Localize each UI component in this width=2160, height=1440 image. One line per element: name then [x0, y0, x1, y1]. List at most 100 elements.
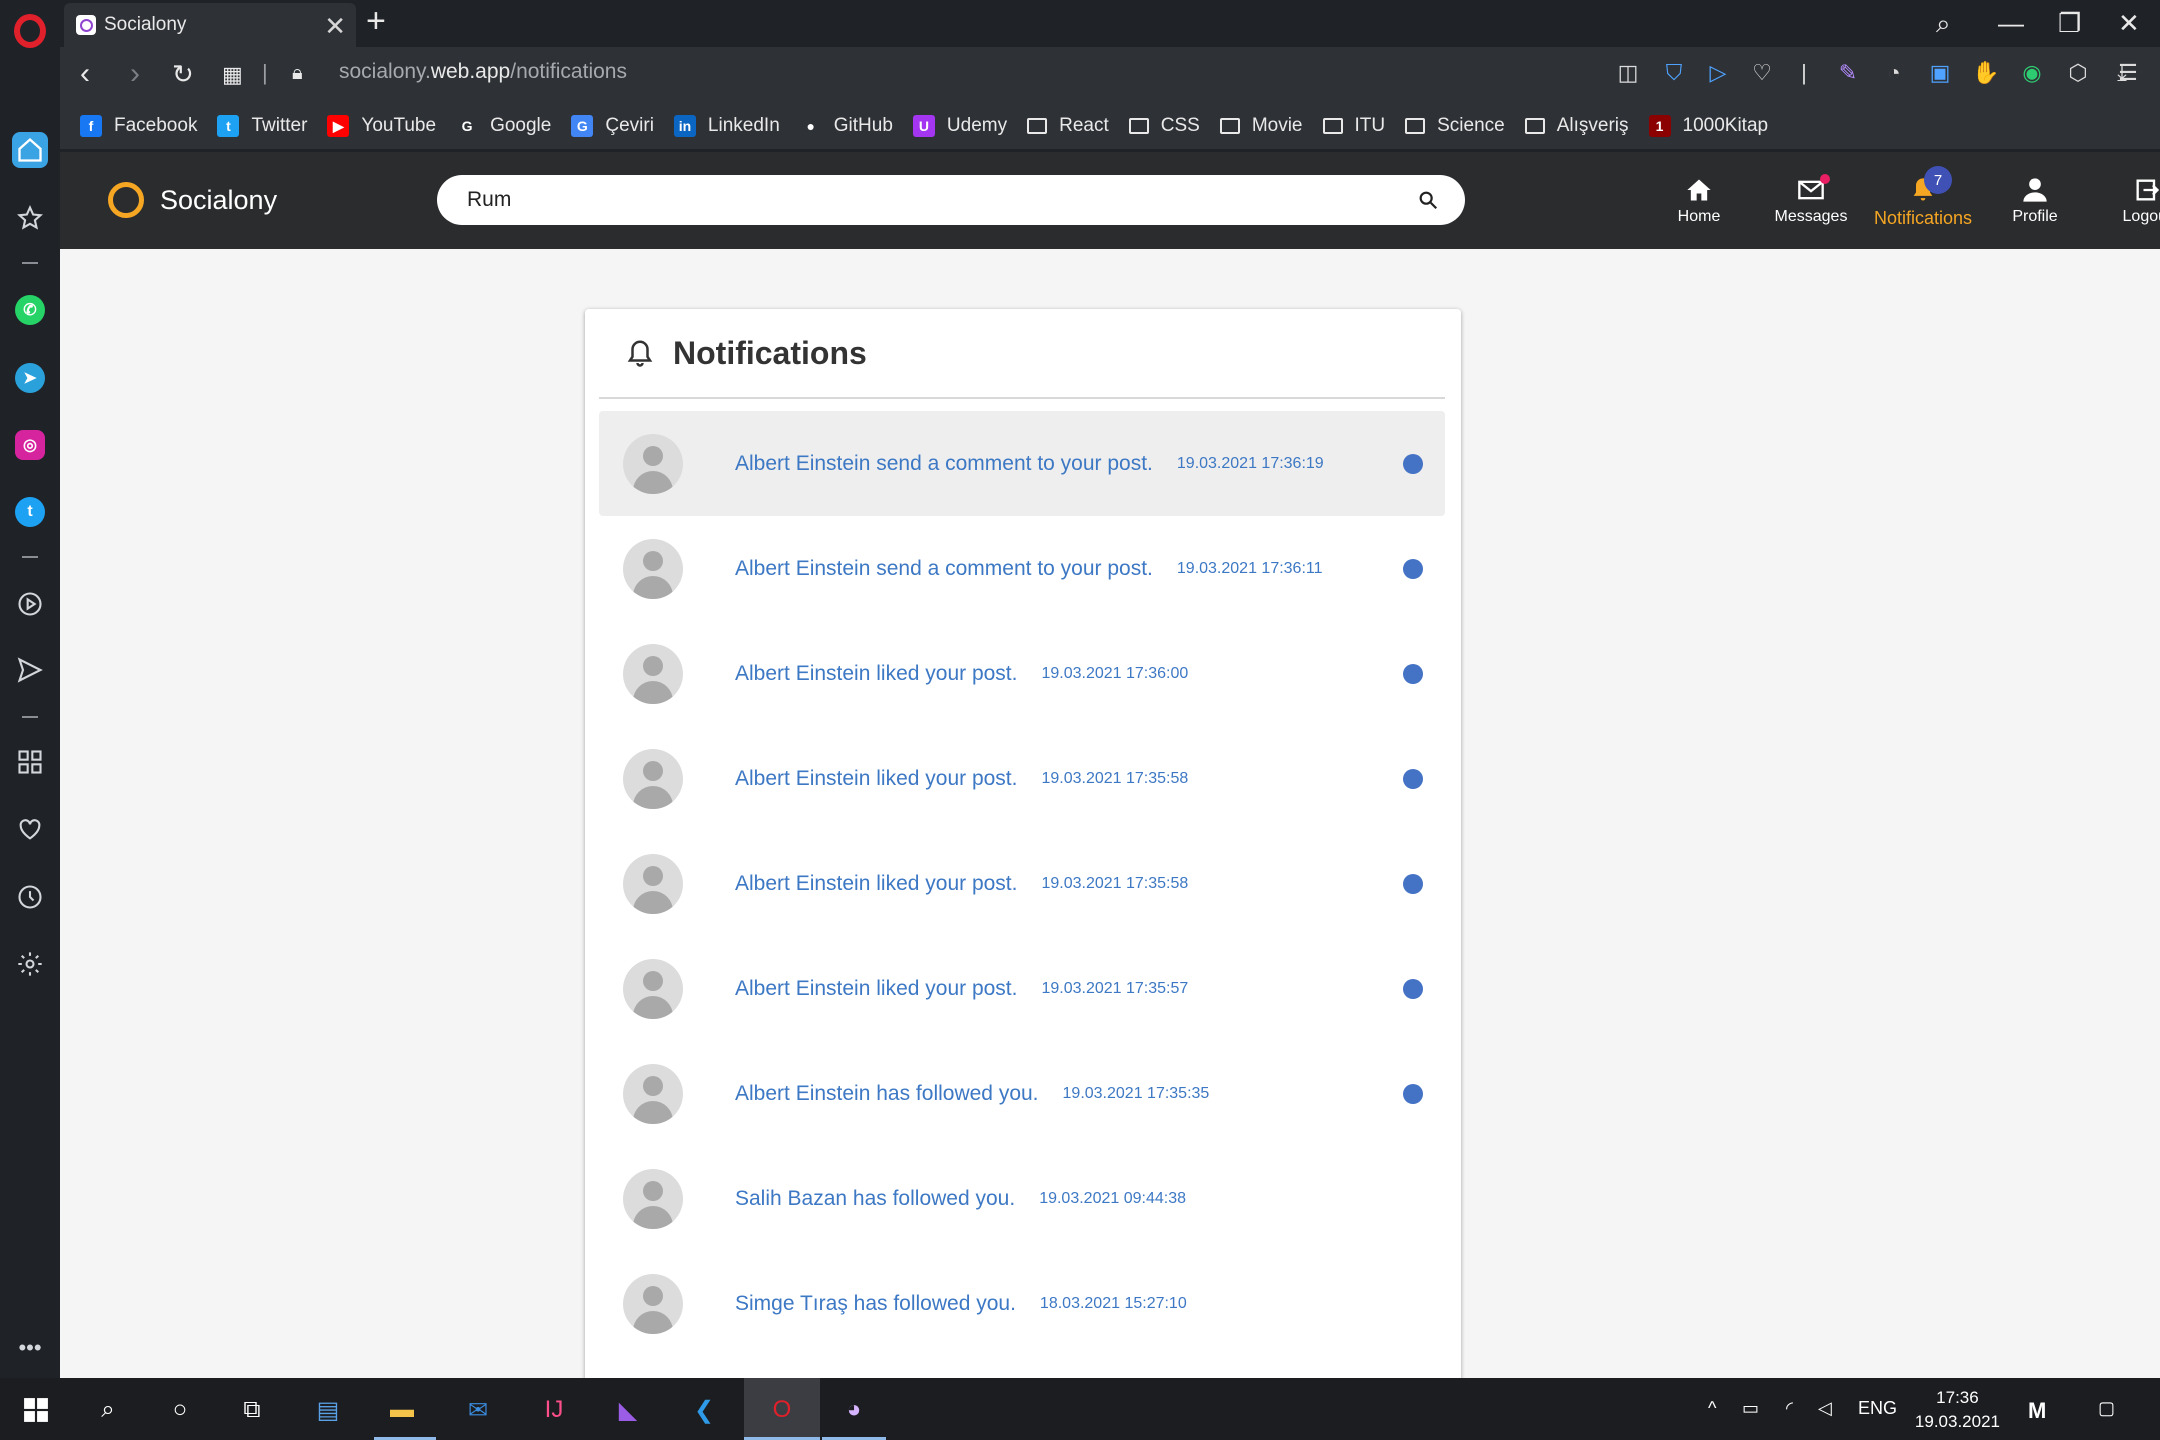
bookmark-facebook[interactable]: f Facebook: [80, 115, 197, 137]
history-clock-icon[interactable]: [12, 879, 48, 915]
bookmark-al-veri-[interactable]: Alışveriş: [1524, 115, 1629, 137]
nav-logout[interactable]: Logout: [2092, 176, 2160, 236]
player-icon[interactable]: [12, 586, 48, 622]
avatar-placeholder-icon[interactable]: [623, 433, 683, 494]
restore-icon[interactable]: ❐: [2058, 8, 2081, 39]
opera-logo-icon[interactable]: [14, 14, 46, 48]
speed-extension-icon[interactable]: ◔: [1880, 59, 1908, 87]
m-app-icon[interactable]: M: [2028, 1398, 2046, 1424]
notification-item[interactable]: Albert Einstein liked your post. 19.03.20…: [599, 726, 1445, 831]
volume-icon[interactable]: ◁: [1818, 1398, 1832, 1419]
avatar-placeholder-icon[interactable]: [623, 538, 683, 599]
search-icon[interactable]: [1417, 189, 1439, 211]
avatar-placeholder-icon[interactable]: [623, 748, 683, 809]
adblock-hand-icon[interactable]: ✋: [1972, 59, 2000, 87]
cortana-circle-icon[interactable]: ○: [160, 1390, 200, 1430]
bookmark-linkedin[interactable]: in LinkedIn: [673, 115, 780, 137]
tray-chevron-icon[interactable]: ^: [1708, 1398, 1716, 1419]
notification-item[interactable]: Albert Einstein liked your post. 19.03.20…: [599, 936, 1445, 1041]
avatar-placeholder-icon[interactable]: [623, 643, 683, 704]
brand-logo[interactable]: Socialony: [108, 182, 277, 218]
bookmark-movie[interactable]: Movie: [1219, 115, 1303, 137]
bookmark-google[interactable]: G Google: [456, 115, 552, 137]
language-indicator[interactable]: ENG: [1858, 1398, 1897, 1419]
task-view-icon[interactable]: ⧉: [232, 1390, 272, 1430]
new-tab-plus-icon[interactable]: +: [366, 2, 386, 41]
notification-item[interactable]: Albert Einstein liked your post. 19.03.20…: [599, 621, 1445, 726]
more-dots-icon[interactable]: •••: [12, 1330, 48, 1366]
visual-studio-icon[interactable]: ◣: [608, 1390, 648, 1430]
send-icon[interactable]: [12, 652, 48, 688]
camera-icon[interactable]: ◫: [1614, 59, 1642, 87]
tab-close-icon[interactable]: ✕: [324, 11, 346, 42]
close-window-icon[interactable]: ✕: [2118, 8, 2140, 39]
intellij-icon[interactable]: IJ: [534, 1390, 574, 1430]
mail-app-icon[interactable]: ✉: [458, 1390, 498, 1430]
notification-item[interactable]: Salih Bazan has followed you. 19.03.2021 …: [599, 1146, 1445, 1251]
search-icon[interactable]: ⌕: [88, 1390, 128, 1430]
wifi-icon[interactable]: ◜: [1786, 1398, 1793, 1419]
settings-gear-icon[interactable]: [12, 946, 48, 982]
shield-icon[interactable]: ⛉: [1660, 59, 1688, 87]
back-arrow-icon[interactable]: ‹: [80, 57, 90, 91]
bookmark-1000kitap[interactable]: 1 1000Kitap: [1648, 115, 1768, 137]
notification-text[interactable]: Albert Einstein liked your post.: [735, 872, 1017, 896]
heart-icon[interactable]: [12, 811, 48, 847]
notification-text[interactable]: Albert Einstein send a comment to your p…: [735, 452, 1153, 476]
minimize-icon[interactable]: —: [1998, 8, 2024, 39]
nav-notifications[interactable]: 7 Notifications: [1868, 166, 1978, 236]
avatar-placeholder-icon[interactable]: [623, 1168, 683, 1229]
avatar-placeholder-icon[interactable]: [623, 1063, 683, 1124]
heart-outline-icon[interactable]: ♡: [1748, 59, 1776, 87]
lock-icon[interactable]: 🔒︎: [292, 62, 303, 85]
avatar-placeholder-icon[interactable]: [623, 853, 683, 914]
bookmark--eviri[interactable]: G Çeviri: [571, 115, 654, 137]
bookmark-itu[interactable]: ITU: [1322, 115, 1385, 137]
bookmark-github[interactable]: ● GitHub: [800, 115, 893, 137]
avatar-placeholder-icon[interactable]: [623, 958, 683, 1019]
easy-setup-icon[interactable]: ☰: [2114, 59, 2142, 87]
notification-text[interactable]: Salih Bazan has followed you.: [735, 1187, 1015, 1211]
whatsapp-icon[interactable]: ✆: [12, 292, 48, 328]
pen-extension-icon[interactable]: ✎: [1834, 59, 1862, 87]
notification-item[interactable]: Simge Tıraş has followed you. 18.03.2021 …: [599, 1251, 1445, 1356]
battery-icon[interactable]: ▭: [1742, 1398, 1759, 1419]
file-explorer-icon[interactable]: ▬: [382, 1390, 422, 1430]
bookmark-twitter[interactable]: t Twitter: [217, 115, 307, 137]
notification-text[interactable]: Albert Einstein send a comment to your p…: [735, 557, 1153, 581]
vscode-icon[interactable]: ❮: [684, 1390, 724, 1430]
reload-icon[interactable]: ↻: [172, 59, 194, 90]
search-tabs-icon[interactable]: ⌕: [1936, 8, 1951, 40]
bookmark-youtube[interactable]: ▶ YouTube: [327, 115, 436, 137]
tab-socialony[interactable]: Socialony ✕: [64, 3, 356, 47]
opera-taskbar-icon[interactable]: O: [762, 1390, 802, 1430]
bookmark-react[interactable]: React: [1027, 115, 1109, 137]
screen-extension-icon[interactable]: ▣: [1926, 59, 1954, 87]
star-icon[interactable]: [12, 200, 48, 236]
target-extension-icon[interactable]: ◉: [2018, 59, 2046, 87]
flow-send-icon[interactable]: ▷: [1704, 59, 1732, 87]
nav-messages[interactable]: Messages: [1756, 174, 1866, 236]
apps-grid-icon[interactable]: [12, 744, 48, 780]
notification-item[interactable]: Albert Einstein liked your post. 19.03.20…: [599, 831, 1445, 936]
tiles-icon[interactable]: ▦: [222, 62, 243, 88]
forward-arrow-icon[interactable]: ›: [130, 57, 140, 91]
search-input[interactable]: [467, 185, 1367, 215]
control-panel-icon[interactable]: ▤: [308, 1390, 348, 1430]
notification-text[interactable]: Simge Tıraş has followed you.: [735, 1292, 1016, 1316]
notification-text[interactable]: Albert Einstein liked your post.: [735, 767, 1017, 791]
bookmark-css[interactable]: CSS: [1128, 115, 1200, 137]
system-clock[interactable]: 17:36 19.03.2021: [1915, 1386, 2000, 1434]
action-center-icon[interactable]: ▢: [2098, 1398, 2115, 1419]
instagram-icon[interactable]: ◎: [12, 427, 48, 463]
notification-text[interactable]: Albert Einstein liked your post.: [735, 662, 1017, 686]
url-field[interactable]: socialony.web.app/notifications: [339, 60, 627, 84]
notification-item[interactable]: Albert Einstein send a comment to your p…: [599, 516, 1445, 621]
nav-home[interactable]: Home: [1644, 176, 1754, 236]
bookmark-science[interactable]: Science: [1405, 115, 1505, 137]
cube-icon[interactable]: ⬡: [2064, 59, 2092, 87]
telegram-icon[interactable]: ➤: [12, 360, 48, 396]
notification-item[interactable]: Albert Einstein has followed you. 19.03.2…: [599, 1041, 1445, 1146]
windows-start-icon[interactable]: [16, 1390, 56, 1430]
nav-profile[interactable]: Profile: [1980, 176, 2090, 236]
